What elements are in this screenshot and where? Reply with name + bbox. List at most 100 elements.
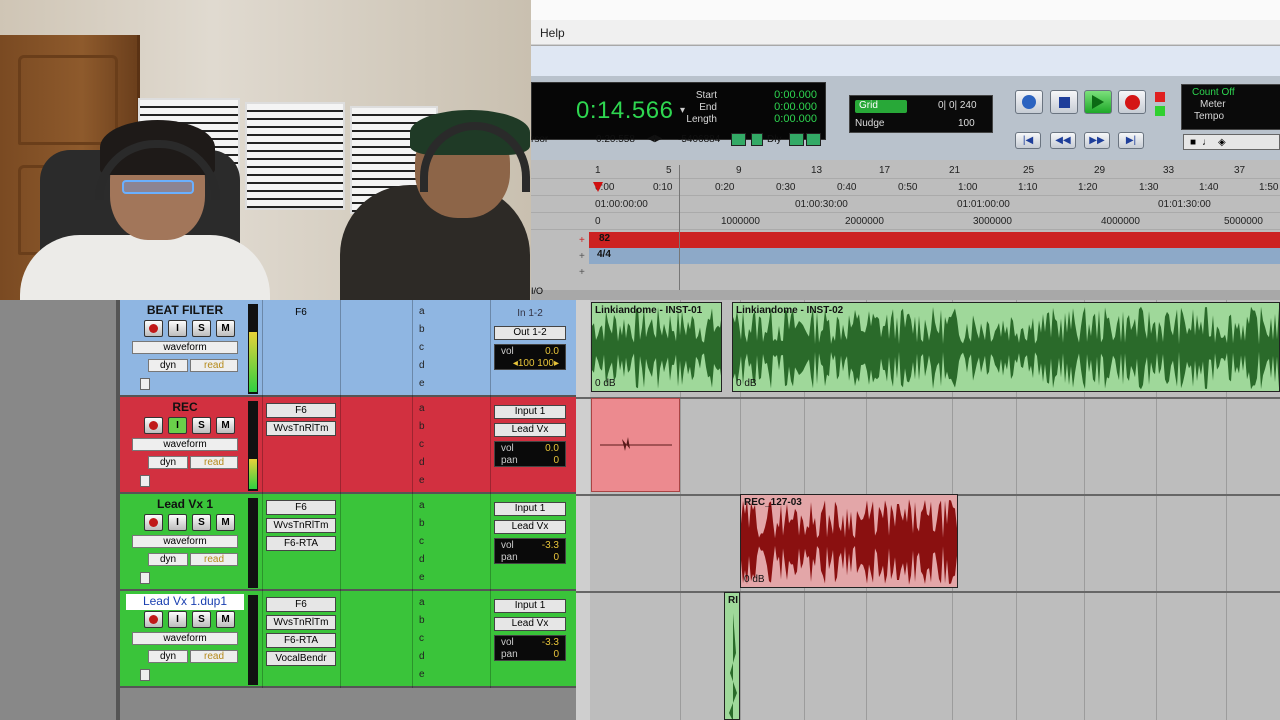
input-selector[interactable]: In 1-2 <box>494 308 566 322</box>
bars-ruler[interactable]: 1 5 9 13 17 21 25 29 33 37 <box>531 162 1280 179</box>
send-slot[interactable]: d <box>419 651 425 662</box>
automation-mode[interactable]: read <box>190 359 238 372</box>
menu-help[interactable]: Help <box>540 26 565 40</box>
track-name[interactable]: Lead Vx 1.dup1 <box>126 594 244 610</box>
send-slot[interactable]: a <box>419 403 425 414</box>
insert-slot[interactable]: WvsTnRlTm <box>266 421 336 436</box>
insert-slot[interactable]: F6-RTA <box>266 536 336 551</box>
send-slot[interactable]: c <box>419 342 424 353</box>
automation-mode[interactable]: read <box>190 553 238 566</box>
markers-ruler[interactable]: 82 <box>589 232 1280 248</box>
track-name[interactable]: BEAT FILTER <box>126 303 244 319</box>
count-off-label[interactable]: Count Off <box>1192 87 1235 98</box>
solo-button[interactable]: S <box>192 514 211 531</box>
nudge-value[interactable]: 100 <box>958 118 975 129</box>
insert-slot[interactable]: WvsTnRlTm <box>266 518 336 533</box>
pan-value[interactable]: 0 <box>553 455 559 466</box>
send-slot[interactable]: b <box>419 324 425 335</box>
view-selector[interactable]: waveform <box>132 438 238 451</box>
length-value[interactable]: 0:00.000 <box>774 113 817 125</box>
output-selector[interactable]: Lead Vx <box>494 423 566 437</box>
add-meter-icon[interactable]: + <box>579 251 585 262</box>
send-slot[interactable]: b <box>419 518 425 529</box>
send-slot[interactable]: d <box>419 360 425 371</box>
send-slot[interactable]: b <box>419 421 425 432</box>
output-selector[interactable]: Lead Vx <box>494 520 566 534</box>
volume-pan-display[interactable]: vol -3.3 pan 0 <box>494 635 566 661</box>
input-monitor-button[interactable]: I <box>168 417 187 434</box>
lock-icon[interactable] <box>140 475 150 487</box>
pan-value[interactable]: 0 <box>553 649 559 660</box>
mute-button[interactable]: M <box>216 417 235 434</box>
samples-ruler[interactable]: 0 1000000 2000000 3000000 4000000 5000000 <box>531 213 1280 230</box>
main-counter[interactable]: 0:14.566 ▾ Start End Length 0:00.000 0:0… <box>531 82 826 140</box>
insert-slot[interactable]: VocalBendr <box>266 651 336 666</box>
view-selector[interactable]: waveform <box>132 341 238 354</box>
lock-icon[interactable] <box>140 669 150 681</box>
send-slot[interactable]: a <box>419 500 425 511</box>
lock-icon[interactable] <box>140 572 150 584</box>
pan-value[interactable]: ◂100 100▸ <box>513 358 559 369</box>
mute-button[interactable]: M <box>216 514 235 531</box>
volume-pan-display[interactable]: vol 0.0 ◂100 100▸ <box>494 344 566 370</box>
grid-button[interactable]: Grid <box>855 100 907 113</box>
automation-mode[interactable]: read <box>190 456 238 469</box>
input-monitor-button[interactable]: I <box>168 611 187 628</box>
insert-slot[interactable]: F6-RTA <box>266 633 336 648</box>
input-selector[interactable]: Input 1 <box>494 599 566 613</box>
audio-clip[interactable]: REC_127-03 0 dB <box>740 494 958 588</box>
fast-forward-button[interactable]: ▶▶ <box>1084 132 1110 149</box>
output-selector[interactable]: Out 1-2 <box>494 326 566 340</box>
send-slot[interactable]: d <box>419 457 425 468</box>
record-enable-button[interactable] <box>144 320 163 337</box>
send-slot[interactable]: c <box>419 536 424 547</box>
audio-clip[interactable]: Linkiandome - INST-01 0 dB <box>591 302 722 392</box>
send-slot[interactable]: b <box>419 615 425 626</box>
rewind-button[interactable]: ◀◀ <box>1050 132 1076 149</box>
insert-slot[interactable]: F6 <box>266 597 336 612</box>
automation-mode[interactable]: read <box>190 650 238 663</box>
record-enable-button[interactable] <box>144 417 163 434</box>
dyn-button[interactable]: dyn <box>148 553 188 566</box>
view-selector[interactable]: waveform <box>132 632 238 645</box>
volume-pan-display[interactable]: vol 0.0 pan 0 <box>494 441 566 467</box>
keyboard-icon[interactable] <box>731 133 746 146</box>
volume-pan-display[interactable]: vol -3.3 pan 0 <box>494 538 566 564</box>
return-to-zero-button[interactable]: |◀ <box>1015 132 1041 149</box>
audio-clip[interactable]: RI <box>724 592 740 720</box>
send-slot[interactable]: e <box>419 572 425 583</box>
send-slot[interactable]: e <box>419 669 425 680</box>
insert-slot[interactable]: F6 <box>266 500 336 515</box>
midi-controls[interactable]: ■ ♩ ◈ <box>1183 134 1280 150</box>
insert-slot[interactable]: F6 <box>266 306 336 321</box>
send-slot[interactable]: d <box>419 554 425 565</box>
solo-button[interactable]: S <box>192 611 211 628</box>
send-slot[interactable]: e <box>419 475 425 486</box>
input-selector[interactable]: Input 1 <box>494 405 566 419</box>
send-slot[interactable]: a <box>419 597 425 608</box>
record-button[interactable] <box>1118 90 1146 114</box>
playhead-marker-icon[interactable] <box>593 182 603 192</box>
volume-value[interactable]: -3.3 <box>542 540 559 551</box>
solo-button[interactable]: S <box>192 417 211 434</box>
play-button[interactable] <box>1084 90 1112 114</box>
mute-button[interactable]: M <box>216 611 235 628</box>
insert-slot[interactable]: F6 <box>266 403 336 418</box>
record-enable-button[interactable] <box>144 514 163 531</box>
timecode-ruler[interactable]: 01:00:00:00 01:00:30:00 01:01:00:00 01:01:3… <box>531 196 1280 213</box>
insert-slot[interactable]: WvsTnRlTm <box>266 615 336 630</box>
lock-icon[interactable] <box>140 378 150 390</box>
recording-region[interactable] <box>591 398 680 492</box>
audio-clip[interactable]: Linkiandome - INST-02 0 dB <box>732 302 1280 392</box>
volume-value[interactable]: 0.0 <box>545 346 559 357</box>
record-enable-button[interactable] <box>144 611 163 628</box>
mute-button[interactable]: M <box>216 320 235 337</box>
meter-ruler[interactable]: 4/4 <box>589 248 1280 264</box>
meter-label[interactable]: Meter <box>1200 99 1226 110</box>
output-selector[interactable]: Lead Vx <box>494 617 566 631</box>
nudge-button[interactable]: Nudge <box>855 118 884 129</box>
end-value[interactable]: 0:00.000 <box>774 101 817 113</box>
volume-value[interactable]: 0.0 <box>545 443 559 454</box>
add-tempo-icon[interactable]: + <box>579 267 585 278</box>
online-button[interactable] <box>1015 90 1043 114</box>
